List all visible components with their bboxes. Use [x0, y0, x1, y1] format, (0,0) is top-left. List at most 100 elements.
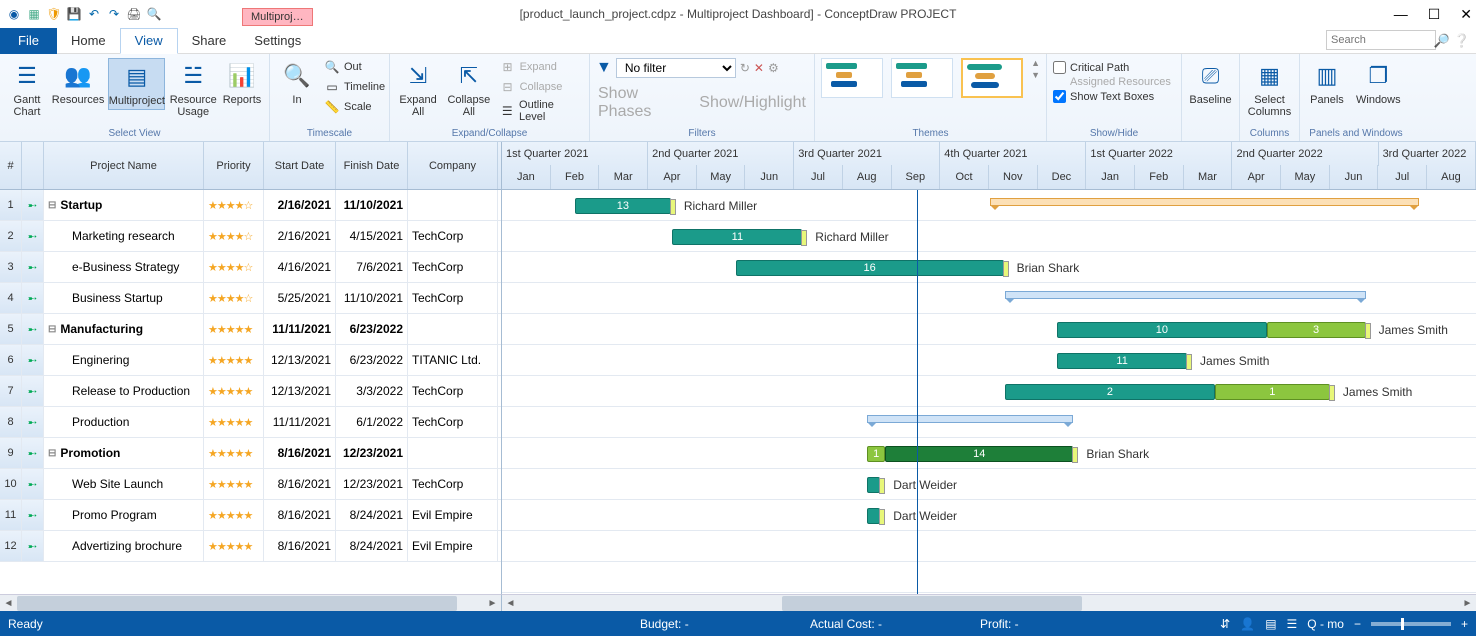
gantt-row[interactable]: Dart Weider — [502, 500, 1476, 531]
header-finish[interactable]: Finish Date — [336, 142, 408, 189]
gantt-row[interactable]: 114Brian Shark — [502, 438, 1476, 469]
zoom-in-button[interactable]: 🔍In — [276, 58, 318, 108]
company[interactable]: TechCorp — [408, 407, 498, 437]
gantt-row[interactable]: Dart Weider — [502, 469, 1476, 500]
status-icon-3[interactable]: ▤ — [1265, 617, 1276, 631]
table-row[interactable]: 5 ➸ ⊟Manufacturing ★★★★★ 11/11/2021 6/23… — [0, 314, 501, 345]
baseline-button[interactable]: ⎚Baseline — [1188, 58, 1233, 108]
finish-date[interactable]: 4/15/2021 — [336, 221, 408, 251]
gantt-row[interactable]: 21James Smith — [502, 376, 1476, 407]
finish-date[interactable]: 11/10/2021 — [336, 190, 408, 220]
priority[interactable]: ★★★★★ — [204, 500, 264, 530]
company[interactable]: TechCorp — [408, 283, 498, 313]
task-bar[interactable]: 10 — [1057, 322, 1266, 338]
header-priority[interactable]: Priority — [204, 142, 264, 189]
zoom-in-button[interactable]: + — [1461, 617, 1468, 631]
select-columns-button[interactable]: ▦Select Columns — [1246, 58, 1293, 120]
priority[interactable]: ★★★★★ — [204, 376, 264, 406]
gantt-chart-button[interactable]: ☰Gantt Chart — [6, 58, 48, 120]
table-row[interactable]: 11 ➸ Promo Program ★★★★★ 8/16/2021 8/24/… — [0, 500, 501, 531]
task-bar[interactable]: 1James Smith — [1215, 384, 1330, 400]
resources-button[interactable]: 👥Resources — [52, 58, 104, 108]
company[interactable]: TechCorp — [408, 469, 498, 499]
table-row[interactable]: 3 ➸ e-Business Strategy ★★★★☆ 4/16/2021 … — [0, 252, 501, 283]
view-menu[interactable]: View — [120, 28, 178, 54]
status-icon-2[interactable]: 👤 — [1240, 617, 1255, 631]
task-name[interactable]: ⊟Startup — [44, 190, 204, 220]
gantt-row[interactable] — [502, 407, 1476, 438]
gantt-row[interactable]: 16Brian Shark — [502, 252, 1476, 283]
finish-date[interactable]: 12/23/2021 — [336, 438, 408, 468]
start-date[interactable]: 11/11/2021 — [264, 407, 336, 437]
start-date[interactable]: 4/16/2021 — [264, 252, 336, 282]
start-date[interactable]: 11/11/2021 — [264, 314, 336, 344]
file-menu[interactable]: File — [0, 28, 57, 54]
multiproject-button[interactable]: ▤Multiproject — [108, 58, 165, 110]
start-date[interactable]: 8/16/2021 — [264, 531, 336, 561]
grid-hscroll[interactable]: ◄ ► — [0, 594, 502, 611]
scroll-left-icon[interactable]: ◄ — [0, 595, 17, 612]
minimize-button[interactable]: — — [1394, 6, 1408, 23]
filter-select[interactable]: No filter — [616, 58, 736, 78]
priority[interactable]: ★★★★★ — [204, 469, 264, 499]
status-icon-4[interactable]: ☰ — [1287, 617, 1298, 631]
task-bar[interactable]: Dart Weider — [867, 477, 880, 493]
company[interactable]: Evil Empire — [408, 531, 498, 561]
scale-button[interactable]: 📏Scale — [322, 98, 387, 116]
task-name[interactable]: Business Startup — [44, 283, 204, 313]
scroll-right-icon[interactable]: ► — [1459, 595, 1476, 612]
resource-usage-button[interactable]: ☱Resource Usage — [169, 58, 217, 120]
windows-button[interactable]: ❐Windows — [1352, 58, 1405, 108]
company[interactable]: TechCorp — [408, 221, 498, 251]
finish-date[interactable]: 3/3/2022 — [336, 376, 408, 406]
priority[interactable]: ★★★★☆ — [204, 221, 264, 251]
table-row[interactable]: 7 ➸ Release to Production ★★★★★ 12/13/20… — [0, 376, 501, 407]
task-name[interactable]: Web Site Launch — [44, 469, 204, 499]
task-name[interactable]: ⊟Promotion — [44, 438, 204, 468]
finish-date[interactable]: 6/23/2022 — [336, 314, 408, 344]
header-name[interactable]: Project Name — [44, 142, 204, 189]
start-date[interactable]: 12/13/2021 — [264, 376, 336, 406]
start-date[interactable]: 8/16/2021 — [264, 438, 336, 468]
collapse-toggle-icon[interactable]: ⊟ — [48, 324, 56, 335]
task-bar[interactable]: 11Richard Miller — [672, 229, 802, 245]
task-name[interactable]: Production — [44, 407, 204, 437]
start-date[interactable]: 12/13/2021 — [264, 345, 336, 375]
theme-1[interactable] — [821, 58, 883, 98]
preview-icon[interactable]: 🔍 — [146, 6, 162, 22]
table-row[interactable]: 1 ➸ ⊟Startup ★★★★☆ 2/16/2021 11/10/2021 — [0, 190, 501, 221]
gantt-row[interactable]: 103James Smith — [502, 314, 1476, 345]
scroll-left-icon[interactable]: ◄ — [502, 595, 519, 612]
finish-date[interactable]: 8/24/2021 — [336, 531, 408, 561]
collapse-toggle-icon[interactable]: ⊟ — [48, 200, 56, 211]
summary-bar[interactable] — [990, 198, 1419, 206]
start-date[interactable]: 8/16/2021 — [264, 500, 336, 530]
scroll-right-icon[interactable]: ► — [484, 595, 501, 612]
clear-filter-icon[interactable]: ✕ — [754, 61, 764, 75]
document-tab[interactable]: Multiproj… — [242, 8, 313, 26]
theme-scroll-down[interactable]: ▼ — [1031, 70, 1040, 80]
task-bar[interactable]: 16Brian Shark — [736, 260, 1004, 276]
gantt-row[interactable]: 11James Smith — [502, 345, 1476, 376]
print-icon[interactable]: 🖨 — [126, 6, 142, 22]
task-bar[interactable]: 13Richard Miller — [575, 198, 671, 214]
task-name[interactable]: Enginering — [44, 345, 204, 375]
scroll-thumb[interactable] — [17, 596, 457, 611]
company[interactable]: Evil Empire — [408, 500, 498, 530]
share-menu[interactable]: Share — [178, 28, 241, 54]
company[interactable]: TechCorp — [408, 252, 498, 282]
redo-icon[interactable]: ↷ — [106, 6, 122, 22]
task-name[interactable]: Advertizing brochure — [44, 531, 204, 561]
panels-button[interactable]: ▥Panels — [1306, 58, 1348, 108]
gantt-row[interactable] — [502, 531, 1476, 562]
task-bar[interactable]: 11James Smith — [1057, 353, 1187, 369]
collapse-toggle-icon[interactable]: ⊟ — [48, 448, 56, 459]
priority[interactable]: ★★★★☆ — [204, 283, 264, 313]
table-row[interactable]: 10 ➸ Web Site Launch ★★★★★ 8/16/2021 12/… — [0, 469, 501, 500]
summary-bar[interactable] — [867, 415, 1073, 423]
table-row[interactable]: 9 ➸ ⊟Promotion ★★★★★ 8/16/2021 12/23/202… — [0, 438, 501, 469]
task-bar[interactable]: Dart Weider — [867, 508, 880, 524]
zoom-out-button[interactable]: − — [1354, 617, 1361, 631]
task-bar[interactable]: 14Brian Shark — [885, 446, 1073, 462]
search-box[interactable] — [1326, 30, 1436, 50]
